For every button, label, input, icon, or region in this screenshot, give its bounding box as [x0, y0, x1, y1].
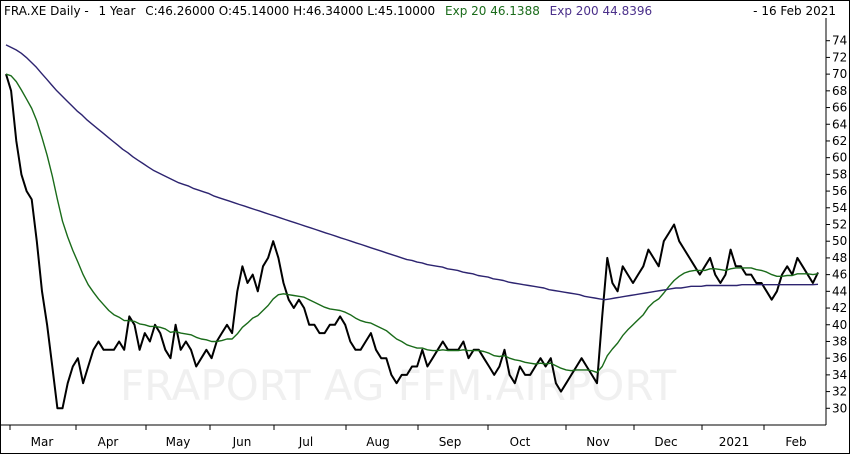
y-tick-label: 36 [832, 351, 847, 365]
x-tick-label: Mar [31, 435, 54, 449]
watermark-text: FRAPORT AG FFM.AIRPORT [120, 361, 676, 410]
plot-lines [5, 44, 819, 410]
ema200-line [5, 44, 819, 301]
y-tick-label: 66 [832, 101, 847, 115]
x-tick-label: Jun [232, 435, 252, 449]
chart-svg: FRAPORT AG FFM.AIRPORT 30 32 34 36 38 40 42 44 4… [0, 18, 847, 449]
y-tick-label: 48 [832, 251, 847, 265]
y-tick-label: 30 [832, 401, 847, 415]
y-tick-label: 32 [832, 385, 847, 399]
x-tick-label: 2021 [719, 435, 750, 449]
x-tick-label: Feb [785, 435, 806, 449]
y-tick-label: 34 [832, 368, 847, 382]
x-tick-label: Aug [366, 435, 389, 449]
y-tick-label: 46 [832, 268, 847, 282]
y-axis: 30 32 34 36 38 40 42 44 46 48 50 52 54 56 58 60 62 64 66 68… [826, 34, 847, 415]
x-tick-label: Jul [298, 435, 313, 449]
y-tick-label: 70 [832, 67, 847, 81]
price-line [5, 73, 819, 410]
y-tick-label: 74 [832, 34, 847, 48]
x-tick-label: Apr [98, 435, 119, 449]
x-tick-label: May [166, 435, 191, 449]
x-tick-label: Oct [510, 435, 531, 449]
x-tick-label: Nov [586, 435, 609, 449]
y-tick-label: 56 [832, 184, 847, 198]
x-axis: Mar Apr May Jun Jul Aug Sep Oct Nov Dec 2021 Feb [9, 425, 807, 449]
y-tick-label: 58 [832, 167, 847, 181]
y-tick-label: 50 [832, 234, 847, 248]
x-tick-label: Sep [439, 435, 462, 449]
y-tick-label: 72 [832, 50, 847, 64]
y-tick-label: 68 [832, 84, 847, 98]
y-tick-label: 38 [832, 334, 847, 348]
y-tick-label: 64 [832, 117, 847, 131]
y-tick-label: 54 [832, 201, 847, 215]
y-tick-label: 60 [832, 151, 847, 165]
y-tick-label: 62 [832, 134, 847, 148]
y-tick-label: 44 [832, 284, 847, 298]
y-tick-label: 40 [832, 318, 847, 332]
y-tick-label: 52 [832, 218, 847, 232]
y-tick-label: 42 [832, 301, 847, 315]
x-tick-label: Dec [654, 435, 677, 449]
